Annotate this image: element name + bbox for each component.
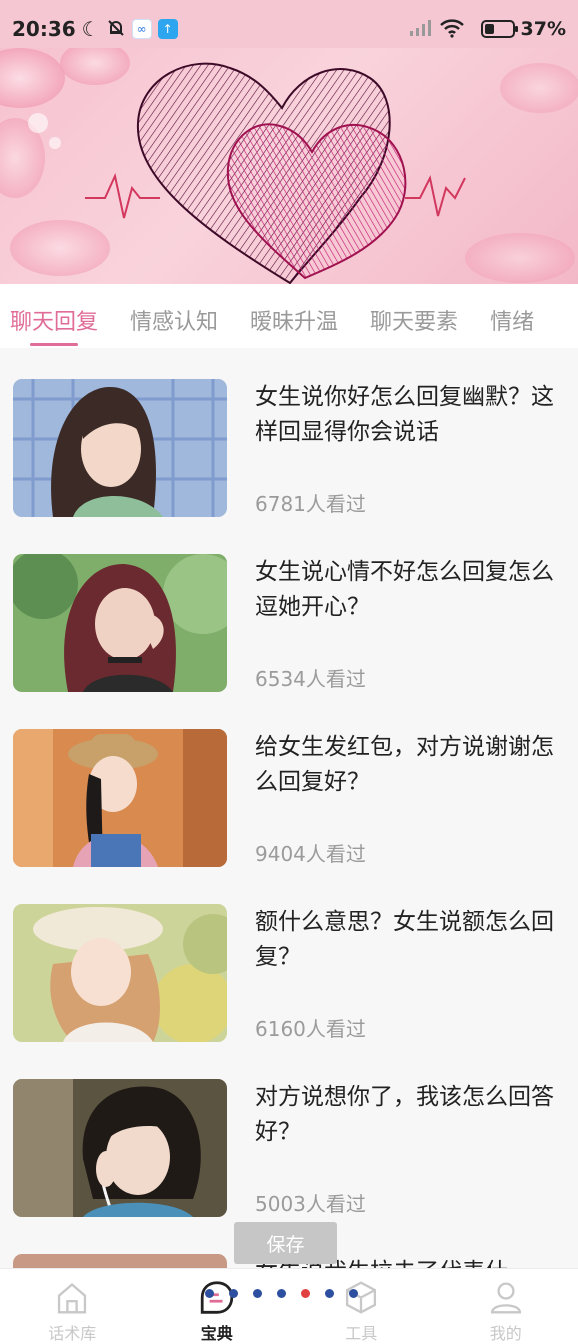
pager-dot[interactable] bbox=[205, 1289, 214, 1298]
list-item[interactable]: 给女生发红包，对方说谢谢怎么回复好？ 9404人看过 bbox=[0, 698, 578, 873]
double-heart-banner bbox=[0, 48, 578, 284]
list-item[interactable]: 女生说心情不好怎么回复怎么逗她开心？ 6534人看过 bbox=[0, 523, 578, 698]
article-thumbnail bbox=[13, 729, 227, 867]
mute-bell-icon bbox=[106, 18, 126, 41]
article-views: 6781人看过 bbox=[255, 492, 366, 516]
nav-label: 我的 bbox=[489, 1324, 522, 1343]
article-title: 对方说想你了，我该怎么回答好？ bbox=[255, 1084, 554, 1145]
list-item[interactable]: 女生说你好怎么回复幽默？这样回显得你会说话 6781人看过 bbox=[0, 348, 578, 523]
pager-dot[interactable] bbox=[325, 1289, 334, 1298]
article-views: 6160人看过 bbox=[255, 1017, 366, 1041]
status-time: 20:36 bbox=[12, 17, 76, 41]
article-views: 5003人看过 bbox=[255, 1192, 366, 1216]
list-item[interactable]: 对方说想你了，我该怎么回答好？ 5003人看过 bbox=[0, 1048, 578, 1223]
battery-icon bbox=[480, 20, 518, 38]
tab-emotion-cognition[interactable]: 情感认知 bbox=[130, 284, 218, 348]
nav-label: 宝典 bbox=[200, 1324, 233, 1343]
signal-icon bbox=[409, 19, 433, 40]
app-icon-blue: ∞ bbox=[131, 19, 152, 39]
home-icon bbox=[58, 1283, 87, 1314]
pager-dot[interactable] bbox=[349, 1289, 358, 1298]
article-views: 6534人看过 bbox=[255, 667, 366, 691]
nav-handbook[interactable]: 宝典 bbox=[145, 1269, 290, 1344]
article-title: 额什么意思？女生说额怎么回复？ bbox=[255, 909, 554, 970]
moon-icon: ☾ bbox=[81, 17, 100, 41]
article-thumbnail bbox=[13, 379, 227, 517]
article-title: 给女生发红包，对方说谢谢怎么回复好？ bbox=[255, 734, 554, 795]
article-views: 9404人看过 bbox=[255, 842, 366, 866]
article-title: 女生说你好怎么回复幽默？这样回显得你会说话 bbox=[255, 384, 554, 445]
nav-mine[interactable]: 我的 bbox=[434, 1269, 578, 1344]
user-icon bbox=[490, 1282, 521, 1314]
wifi-icon bbox=[439, 18, 465, 41]
article-thumbnail bbox=[13, 904, 227, 1042]
article-thumbnail bbox=[13, 1254, 227, 1268]
upload-app-icon: ↑ bbox=[157, 19, 178, 39]
article-list: 女生说你好怎么回复幽默？这样回显得你会说话 6781人看过 女生说心情不好怎么回… bbox=[0, 348, 578, 1268]
nav-script-library[interactable]: 话术库 bbox=[0, 1269, 145, 1344]
tab-chat-elements[interactable]: 聊天要素 bbox=[370, 284, 458, 348]
banner[interactable] bbox=[0, 48, 578, 284]
pager-dot[interactable] bbox=[229, 1289, 238, 1298]
article-thumbnail bbox=[13, 554, 227, 692]
bottom-nav: 话术库 宝典 工具 我的 bbox=[0, 1268, 578, 1344]
tab-chat-reply[interactable]: 聊天回复 bbox=[10, 284, 98, 348]
nav-label: 话术库 bbox=[48, 1324, 97, 1343]
nav-label: 工具 bbox=[345, 1324, 378, 1343]
tab-emotion[interactable]: 情绪 bbox=[490, 284, 534, 348]
pager-dot[interactable] bbox=[301, 1289, 310, 1298]
save-button[interactable]: 保存 bbox=[234, 1222, 337, 1264]
article-title: 女生说心情不好怎么回复怎么逗她开心？ bbox=[255, 559, 554, 620]
tab-flirting[interactable]: 暧昧升温 bbox=[250, 284, 338, 348]
nav-tools[interactable]: 工具 bbox=[289, 1269, 434, 1344]
pager-dots bbox=[205, 1289, 373, 1298]
list-item[interactable]: 额什么意思？女生说额怎么回复？ 6160人看过 bbox=[0, 873, 578, 1048]
category-tabs: 聊天回复 情感认知 暧昧升温 聊天要素 情绪 bbox=[0, 284, 578, 348]
pager-dot[interactable] bbox=[277, 1289, 286, 1298]
battery-text: 37% bbox=[520, 18, 566, 40]
pager-dot[interactable] bbox=[253, 1289, 262, 1298]
article-thumbnail bbox=[13, 1079, 227, 1217]
